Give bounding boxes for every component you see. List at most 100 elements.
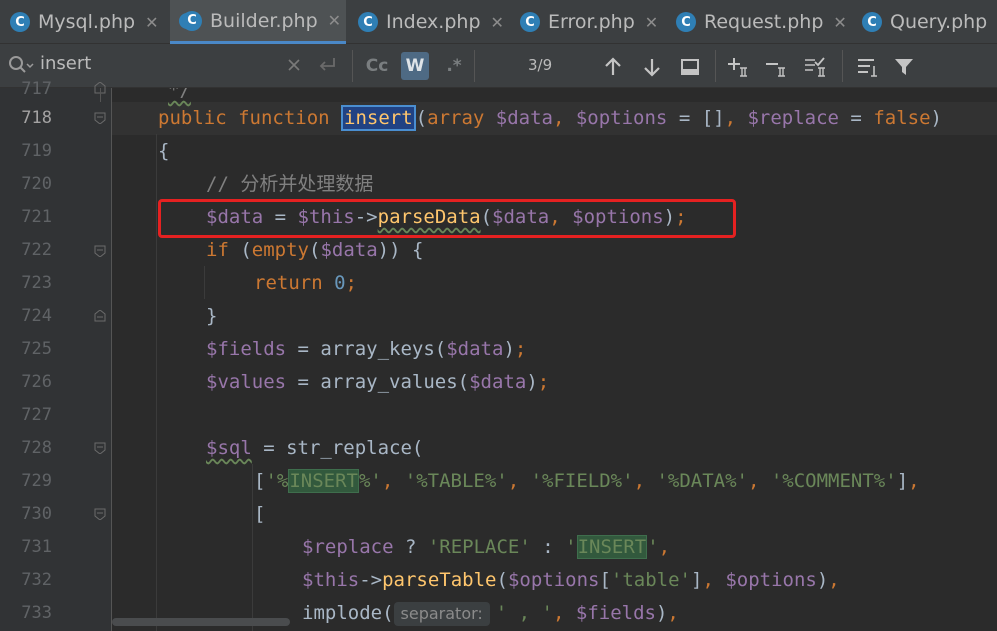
close-icon[interactable]: ✕ — [833, 13, 846, 32]
line-number: 730 — [21, 504, 52, 524]
funnel-icon — [895, 59, 913, 75]
code-line: } — [206, 305, 218, 327]
fold-end-icon[interactable] — [94, 310, 106, 322]
divider — [474, 50, 475, 82]
fold-start-icon[interactable] — [94, 508, 106, 520]
fold-start-icon[interactable] — [94, 245, 106, 257]
search-match: INSERT — [576, 535, 648, 559]
tab-mysql-php[interactable]: C Mysql.php ✕ — [10, 0, 158, 44]
horizontal-scrollbar[interactable] — [112, 618, 290, 626]
tab-index-php[interactable]: C Index.php ✕ — [358, 0, 504, 44]
tab-query-php[interactable]: C Query.php — [862, 0, 987, 44]
code-line: [ — [254, 503, 266, 525]
fold-start-icon[interactable] — [94, 112, 106, 124]
code-area[interactable]: */ public function insert (array $data, $… — [112, 88, 997, 631]
line-number: 727 — [21, 405, 52, 425]
tab-request-php[interactable]: C Request.php ✕ — [676, 0, 847, 44]
annotation-highlight-box — [158, 199, 736, 238]
search-match: INSERT — [288, 469, 359, 493]
filter-lines-icon — [858, 59, 877, 77]
close-icon[interactable]: ✕ — [645, 13, 658, 32]
tab-label: Mysql.php — [38, 11, 136, 33]
line-number: 728 — [21, 438, 52, 458]
close-icon[interactable]: ✕ — [491, 13, 504, 32]
unselect-occurrence-button[interactable] — [764, 54, 790, 80]
remove-occurrence-icon — [766, 63, 785, 77]
php-class-icon: C — [10, 12, 30, 32]
line-number: 725 — [21, 339, 52, 359]
line-number: 733 — [21, 603, 52, 623]
find-bar: insert Cc W .* 3/9 — [0, 44, 997, 88]
add-occurrence-icon — [728, 58, 747, 77]
divider — [715, 50, 716, 82]
php-class-icon: C — [182, 10, 202, 31]
line-number: 729 — [21, 471, 52, 491]
filter-button[interactable] — [891, 54, 917, 80]
php-class-icon: C — [676, 12, 696, 32]
arrow-down-icon — [644, 59, 660, 77]
window-icon — [681, 59, 699, 75]
php-class-icon: C — [520, 12, 540, 32]
new-line-icon[interactable] — [316, 55, 338, 75]
line-number: 720 — [21, 174, 52, 194]
previous-occurrence-button[interactable] — [600, 54, 626, 80]
match-count: 3/9 — [528, 56, 553, 74]
code-comment: // 分析并处理数据 — [206, 173, 374, 195]
search-input[interactable]: insert — [40, 53, 91, 74]
code-line: $this->parseTable($options['table'], $op… — [302, 569, 840, 591]
show-in-find-window-button[interactable] — [677, 54, 703, 80]
divider — [352, 50, 353, 82]
clear-search-icon[interactable] — [287, 58, 301, 72]
line-number-current: 718 — [21, 108, 52, 128]
fold-start-icon[interactable] — [94, 442, 106, 454]
indent-guide — [156, 134, 157, 631]
indent-guide — [252, 464, 253, 631]
line-number: 731 — [21, 537, 52, 557]
words-button[interactable]: W — [401, 52, 429, 80]
code-line: $replace ? 'REPLACE' : 'INSERT', — [302, 535, 671, 559]
line-number: 732 — [21, 570, 52, 590]
line-number: 724 — [21, 306, 52, 326]
line-number: 723 — [21, 273, 52, 293]
code-line: public function insert (array $data, $opt… — [158, 105, 942, 131]
line-number: 721 — [21, 207, 52, 227]
select-all-icon — [805, 57, 825, 77]
select-all-occurrences-button[interactable] — [803, 54, 829, 80]
tab-label: Index.php — [386, 11, 481, 33]
code-line: $sql = str_replace( — [206, 437, 424, 459]
line-number-gutter: 717 718 719 720 721 722 723 724 725 726 … — [0, 79, 112, 631]
add-selection-next-occurrence-button[interactable] — [726, 54, 752, 80]
tab-label: Request.php — [704, 11, 824, 33]
line-number: 719 — [21, 141, 52, 161]
tab-label: Error.php — [548, 11, 635, 33]
next-occurrence-button[interactable] — [639, 54, 665, 80]
tab-error-php[interactable]: C Error.php ✕ — [520, 0, 658, 44]
tab-builder-php[interactable]: C Builder.php ✕ — [170, 0, 346, 44]
editor-tab-bar: C Mysql.php ✕ C Builder.php ✕ C Index.ph… — [0, 0, 997, 44]
line-number: 726 — [21, 372, 52, 392]
code-line: ['%INSERT%', '%TABLE%', '%FIELD%', '%DAT… — [254, 469, 920, 493]
indent-guide — [204, 266, 205, 299]
php-class-icon: C — [358, 12, 378, 32]
divider — [842, 50, 843, 82]
search-icon[interactable] — [8, 55, 34, 77]
code-line: $values = array_values($data); — [206, 371, 550, 393]
code-editor: 717 718 719 720 721 722 723 724 725 726 … — [0, 79, 997, 631]
parameter-hint: separator: — [393, 601, 490, 626]
tab-label: Query.php — [890, 11, 988, 33]
arrow-up-icon — [605, 57, 621, 75]
search-match-current: insert — [341, 105, 416, 131]
line-number: 722 — [21, 240, 52, 260]
filter-search-results-button[interactable] — [855, 54, 881, 80]
close-icon[interactable]: ✕ — [328, 11, 341, 30]
regex-button[interactable]: .* — [440, 52, 468, 80]
tab-label: Builder.php — [210, 9, 318, 32]
code-line: $fields = array_keys($data); — [206, 338, 527, 360]
line-number: 717 — [21, 79, 52, 99]
code-line: if (empty($data)) { — [206, 239, 424, 261]
php-class-icon: C — [862, 12, 882, 32]
close-icon[interactable]: ✕ — [145, 13, 158, 32]
code-line: implode(separator: ' , ', $fields), — [302, 601, 679, 626]
match-case-button[interactable]: Cc — [363, 52, 391, 80]
code-line: { — [158, 140, 170, 162]
